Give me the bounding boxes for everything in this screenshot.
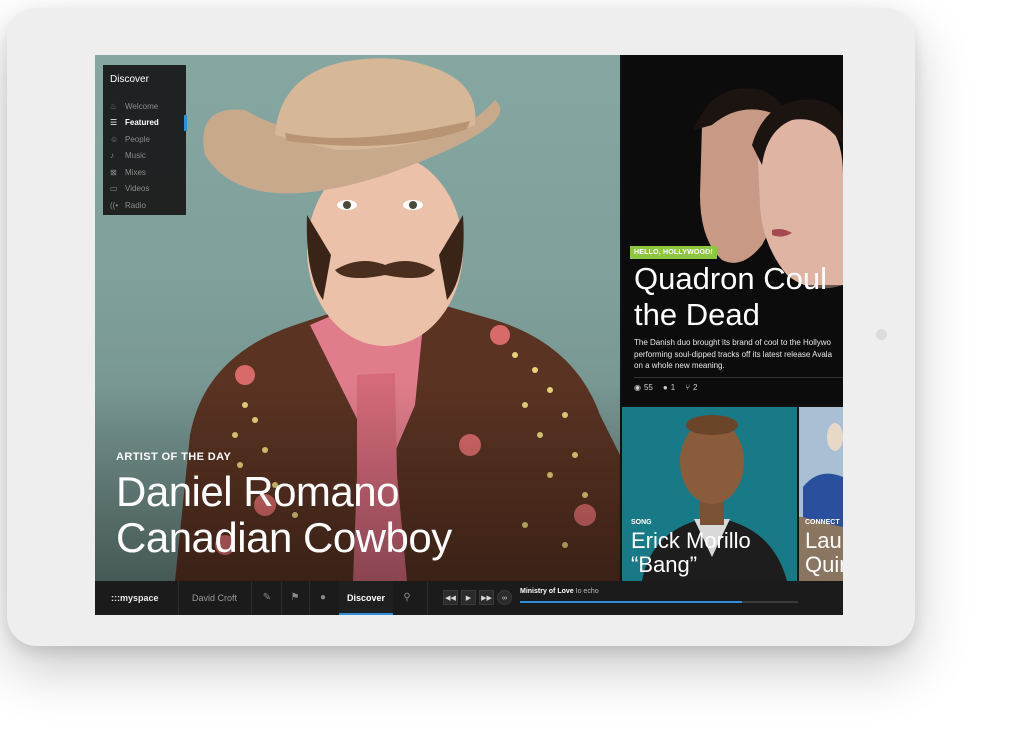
list-icon: ☰ [110,118,118,128]
menu-item-welcome[interactable]: ♨ Welcome [103,98,186,115]
divider [309,581,310,615]
rewind-icon: ◀◀ [445,595,456,602]
divider [251,581,252,615]
song-title: Erick Morillo “Bang” [631,529,751,577]
playback-progress-fill [520,601,743,603]
feature-title: Quadron Coul the Dead [634,261,827,333]
now-playing-track: Ministry of Love [520,588,574,595]
now-playing[interactable]: Ministry of Love Io echo [520,588,599,595]
share-icon: ⑂ [685,383,690,392]
shares-stat[interactable]: ⑂ 2 [685,383,697,392]
connect-title-line2: Quir [805,552,843,577]
feature-title-line2: the Dead [634,297,760,332]
menu-item-music[interactable]: ♪ Music [103,148,186,165]
compose-icon[interactable]: ✎ [261,592,273,604]
playback-progress[interactable] [520,601,798,603]
menu-item-label: Videos [125,184,150,194]
search-icon[interactable]: ⚲ [401,592,413,604]
play-icon: ▶ [465,595,472,602]
hero-title-line2: Canadian Cowboy [116,514,452,561]
menu-item-radio[interactable]: ((• Radio [103,197,186,214]
now-playing-artist: Io echo [575,588,599,595]
menu-item-label: Music [125,151,146,161]
feature-description: The Danish duo brought its brand of cool… [634,337,843,372]
feature-card[interactable]: HELLO, HOLLYWOOD! Quadron Coul the Dead … [622,55,843,405]
views-stat[interactable]: ◉ 55 [634,383,653,392]
divider [427,581,428,615]
connect-kicker: CONNECT [805,519,840,526]
video-icon: ▭ [110,184,118,194]
feature-tag: HELLO, HOLLYWOOD! [630,246,717,259]
feature-desc-line3: on a whole new meaning. [634,361,725,370]
comment-icon: ● [662,383,668,392]
discover-menu-title: Discover [110,74,149,85]
feature-divider [634,377,843,378]
feature-desc-line1: The Danish duo brought its brand of cool… [634,338,832,347]
myspace-logo[interactable]: :::myspace [111,593,159,603]
song-title-line1: Erick Morillo [631,528,751,553]
link-rings-icon: ∞ [502,595,507,602]
menu-item-label: Welcome [125,101,159,111]
divider [281,581,282,615]
hero-title-line1: Daniel Romano [116,468,399,515]
discover-tab[interactable]: Discover [339,581,393,615]
flame-icon: ♨ [110,101,118,111]
forward-icon: ▶▶ [481,595,492,602]
forward-button[interactable]: ▶▶ [479,590,494,605]
menu-item-featured[interactable]: ☰ Featured [103,114,187,132]
rewind-button[interactable]: ◀◀ [443,590,458,605]
connect-card[interactable]: CONNECT Lau Quir [799,407,843,581]
song-title-line2: “Bang” [631,552,698,577]
shares-count: 2 [693,383,698,392]
flag-icon[interactable]: ⚑ [289,592,301,604]
hero-kicker: ARTIST OF THE DAY [116,451,232,463]
divider [178,581,179,615]
menu-item-label: Featured [125,118,159,128]
note-icon: ♪ [110,151,114,161]
menu-item-label: Radio [125,200,146,210]
people-icon: ☺ [110,134,119,144]
chat-icon[interactable]: ● [317,592,329,604]
menu-item-people[interactable]: ☺ People [103,131,186,148]
radio-icon: ((• [110,200,119,210]
song-kicker: SONG [631,519,652,526]
home-button[interactable] [876,329,887,340]
menu-item-label: People [125,134,150,144]
connect-title: Lau Quir [805,529,843,577]
song-card[interactable]: SONG Erick Morillo “Bang” [622,407,797,581]
connect-title-line1: Lau [805,528,842,553]
bottom-nav-bar: :::myspace David Croft ✎ ⚑ ● Discover ⚲ … [95,581,843,615]
feature-stats: ◉ 55 ● 1 ⑂ 2 [634,383,697,392]
profile-link[interactable]: David Croft [192,593,237,603]
menu-item-label: Mixes [125,167,146,177]
menu-item-videos[interactable]: ▭ Videos [103,181,186,198]
app-screen: ARTIST OF THE DAY Daniel Romano Canadian… [95,55,843,615]
menu-item-mixes[interactable]: ⊠ Mixes [103,164,186,181]
views-count: 55 [643,383,653,392]
connect-audio-button[interactable]: ∞ [497,590,512,605]
comments-count: 1 [670,383,676,392]
hero-title[interactable]: Daniel Romano Canadian Cowboy [116,469,452,561]
play-button[interactable]: ▶ [461,590,476,605]
feature-title-line1: Quadron Coul [634,261,828,296]
discover-menu: Discover ♨ Welcome ☰ Featured ☺ People ♪… [103,65,187,215]
mix-icon: ⊠ [110,167,117,177]
comments-stat[interactable]: ● 1 [663,383,675,392]
eye-icon: ◉ [634,383,641,392]
tablet-frame: ARTIST OF THE DAY Daniel Romano Canadian… [7,8,915,646]
feature-desc-line2: performing soul-dipped tracks off its la… [634,349,833,359]
